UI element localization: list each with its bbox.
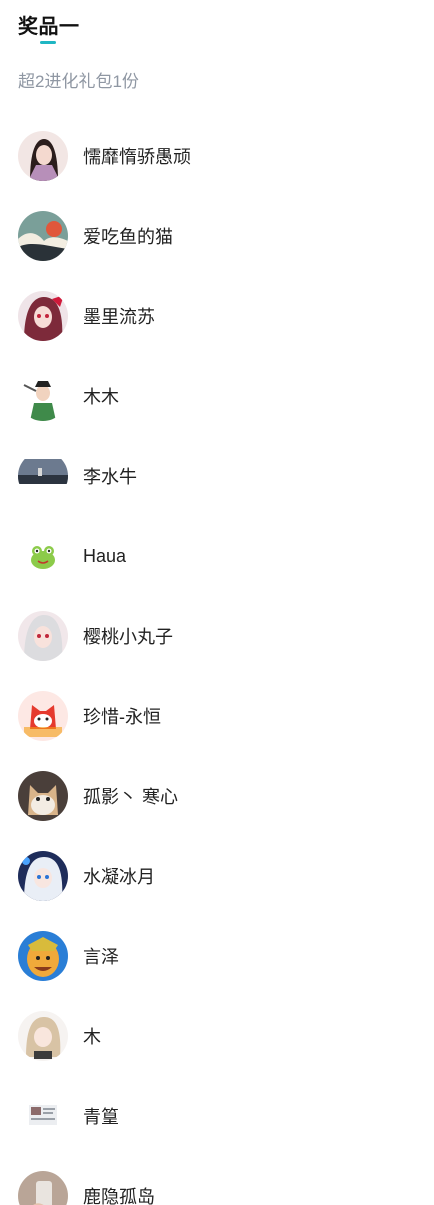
winner-name: Haua (83, 545, 127, 566)
winner-row[interactable]: 懦靡惰骄愚顽 (18, 116, 418, 196)
winner-row[interactable]: 言泽 (18, 916, 418, 996)
winner-row[interactable]: 水凝冰月 (18, 836, 418, 916)
winner-name: 鹿隐孤岛 (83, 1187, 155, 1205)
wave-landscape-avatar-icon[interactable] (18, 211, 68, 261)
winner-row[interactable]: 木木 (18, 356, 418, 436)
winner-row[interactable]: 青篁 (18, 1076, 418, 1156)
harbor-photo-avatar-icon[interactable] (18, 451, 68, 501)
winner-row[interactable]: 鹿隐孤岛 (18, 1156, 418, 1205)
winner-row[interactable]: Haua (18, 516, 418, 596)
prize-title: 奖品一 (18, 16, 80, 38)
white-hair-anime-avatar-icon[interactable] (18, 611, 68, 661)
winner-name: 水凝冰月 (83, 867, 155, 887)
winner-name: 爱吃鱼的猫 (83, 227, 173, 247)
winner-row[interactable]: 孤影丶 寒心 (18, 756, 418, 836)
prize-description: 超2进化礼包1份 (18, 72, 139, 91)
winner-name: 李水牛 (83, 467, 137, 487)
title-underline (40, 41, 56, 44)
winner-list: 懦靡惰骄愚顽 爱吃鱼的猫 墨里流苏 木木 李水牛 Haua 樱桃小丸子 珍惜-永… (18, 116, 418, 1205)
winner-name: 懦靡惰骄愚顽 (83, 147, 191, 167)
winner-name: 言泽 (83, 947, 119, 967)
winner-row[interactable]: 李水牛 (18, 436, 418, 516)
prize-winners-page: 奖品一 超2进化礼包1份 懦靡惰骄愚顽 爱吃鱼的猫 墨里流苏 木木 李水牛 Ha… (0, 0, 434, 1205)
red-hair-anime-avatar-icon[interactable] (18, 291, 68, 341)
winner-row[interactable]: 樱桃小丸子 (18, 596, 418, 676)
winner-name: 樱桃小丸子 (83, 627, 173, 647)
green-frog-avatar-icon[interactable] (18, 531, 68, 581)
blonde-anime-avatar-icon[interactable] (18, 1011, 68, 1061)
winner-row[interactable]: 珍惜-永恒 (18, 676, 418, 756)
cat-avatar-icon[interactable] (18, 771, 68, 821)
winner-name: 珍惜-永恒 (83, 707, 161, 727)
winner-row[interactable]: 木 (18, 996, 418, 1076)
game-character-avatar-icon[interactable] (18, 931, 68, 981)
winner-name: 青篁 (83, 1107, 119, 1127)
screenshot-avatar-icon[interactable] (18, 1091, 68, 1141)
winner-name: 墨里流苏 (83, 307, 155, 327)
red-cartoon-avatar-icon[interactable] (18, 691, 68, 741)
hand-phone-avatar-icon[interactable] (18, 1171, 68, 1205)
blue-anime-avatar-icon[interactable] (18, 851, 68, 901)
winner-name: 木 (83, 1027, 101, 1047)
winner-name: 孤影丶 寒心 (83, 787, 179, 807)
winner-row[interactable]: 墨里流苏 (18, 276, 418, 356)
winner-row[interactable]: 爱吃鱼的猫 (18, 196, 418, 276)
winner-name: 木木 (83, 387, 119, 407)
anime-girl-avatar-icon[interactable] (18, 131, 68, 181)
warrior-avatar-icon[interactable] (18, 371, 68, 421)
